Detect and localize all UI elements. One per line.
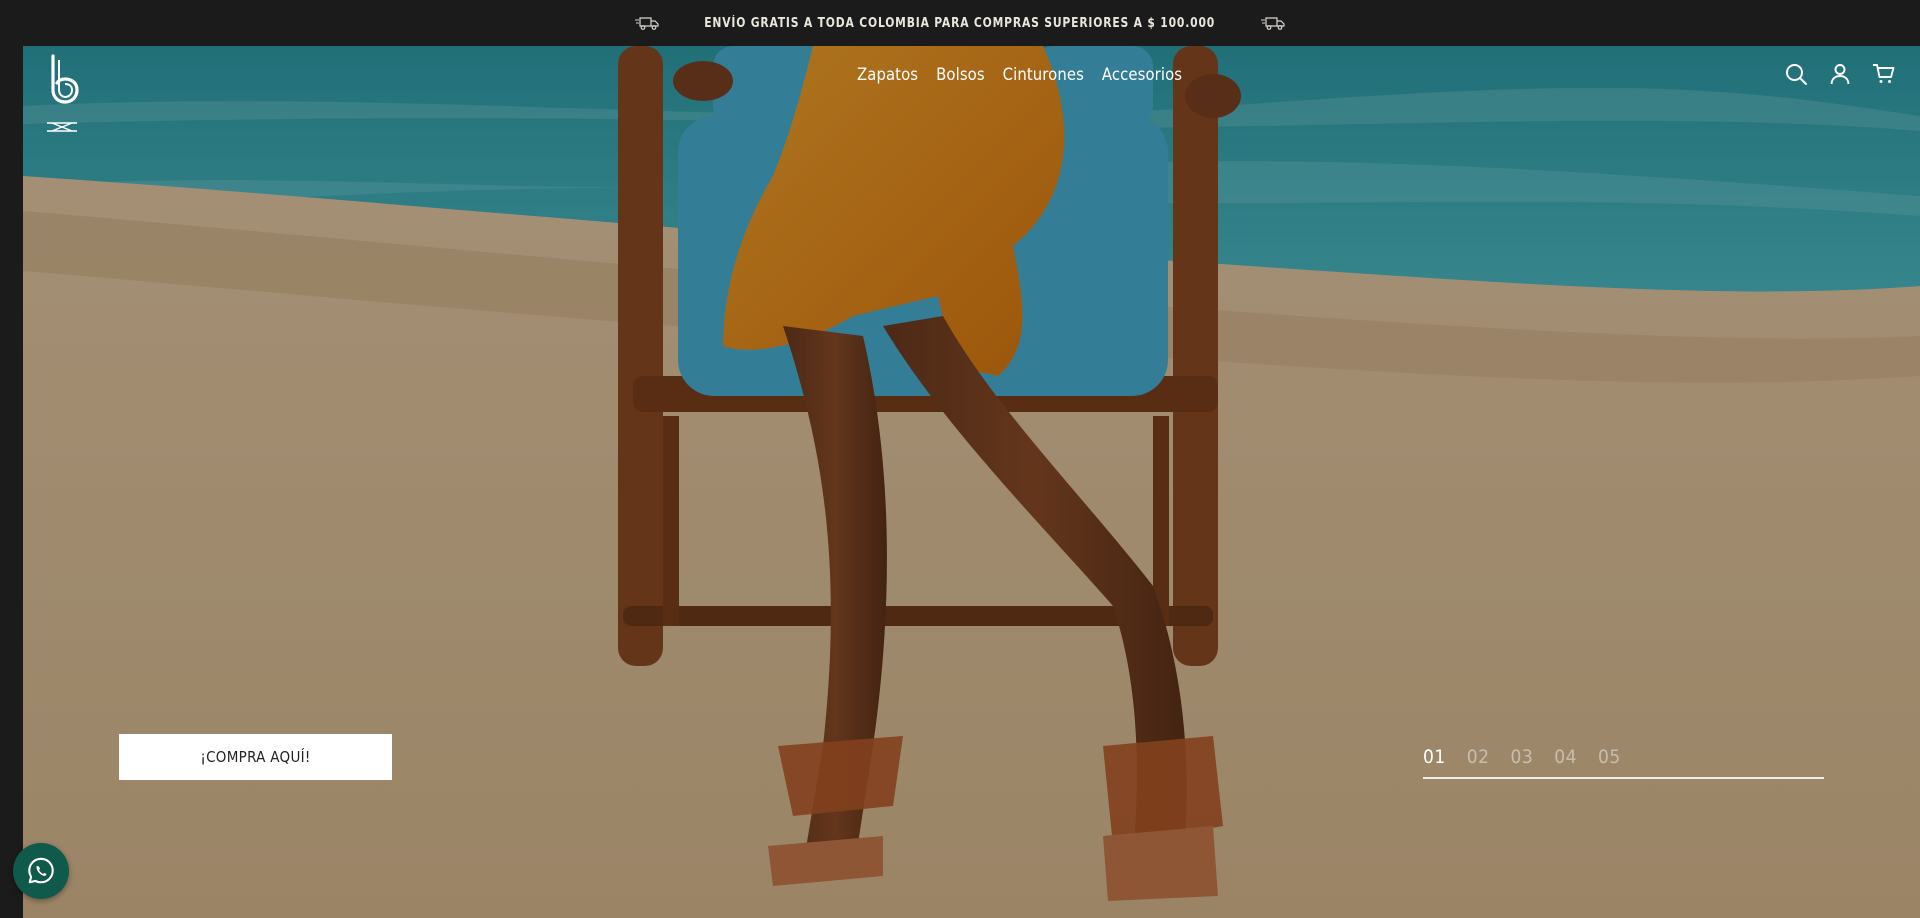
slide-indicator-02[interactable]: 02	[1467, 746, 1490, 768]
announcement-text: ENVÍO GRATIS A TODA COLOMBIA PARA COMPRA…	[704, 15, 1216, 31]
slide-indicator-01[interactable]: 01	[1423, 746, 1446, 768]
whatsapp-button[interactable]	[13, 843, 69, 899]
user-icon[interactable]	[1828, 62, 1852, 86]
slide-pagination: 01 02 03 04 05	[1423, 746, 1824, 786]
announcement-bar: ENVÍO GRATIS A TODA COLOMBIA PARA COMPRA…	[0, 0, 1920, 46]
nav-item-bolsos[interactable]: Bolsos	[936, 65, 985, 84]
slide-progress-bar	[1423, 777, 1824, 779]
shop-now-button[interactable]: ¡COMPRA AQUÍ!	[119, 734, 392, 780]
hero-banner: Zapatos Bolsos Cinturones Accesorios ¡CO…	[23, 46, 1920, 918]
brand-logo[interactable]	[47, 54, 81, 104]
slide-indicator-05[interactable]: 05	[1598, 746, 1621, 768]
nav-item-accesorios[interactable]: Accesorios	[1102, 65, 1182, 84]
cart-icon[interactable]	[1872, 62, 1896, 86]
main-nav: Zapatos Bolsos Cinturones Accesorios	[857, 65, 1182, 84]
menu-icon[interactable]	[46, 119, 78, 135]
nav-item-zapatos[interactable]: Zapatos	[857, 65, 918, 84]
slide-indicator-03[interactable]: 03	[1511, 746, 1534, 768]
slide-indicator-04[interactable]: 04	[1554, 746, 1577, 768]
header-actions	[1784, 62, 1896, 86]
truck-icon	[1260, 17, 1285, 30]
hero-overlay	[23, 46, 1920, 918]
whatsapp-icon	[28, 857, 54, 884]
search-icon[interactable]	[1784, 62, 1808, 86]
nav-item-cinturones[interactable]: Cinturones	[1003, 65, 1084, 84]
truck-icon	[635, 17, 659, 30]
